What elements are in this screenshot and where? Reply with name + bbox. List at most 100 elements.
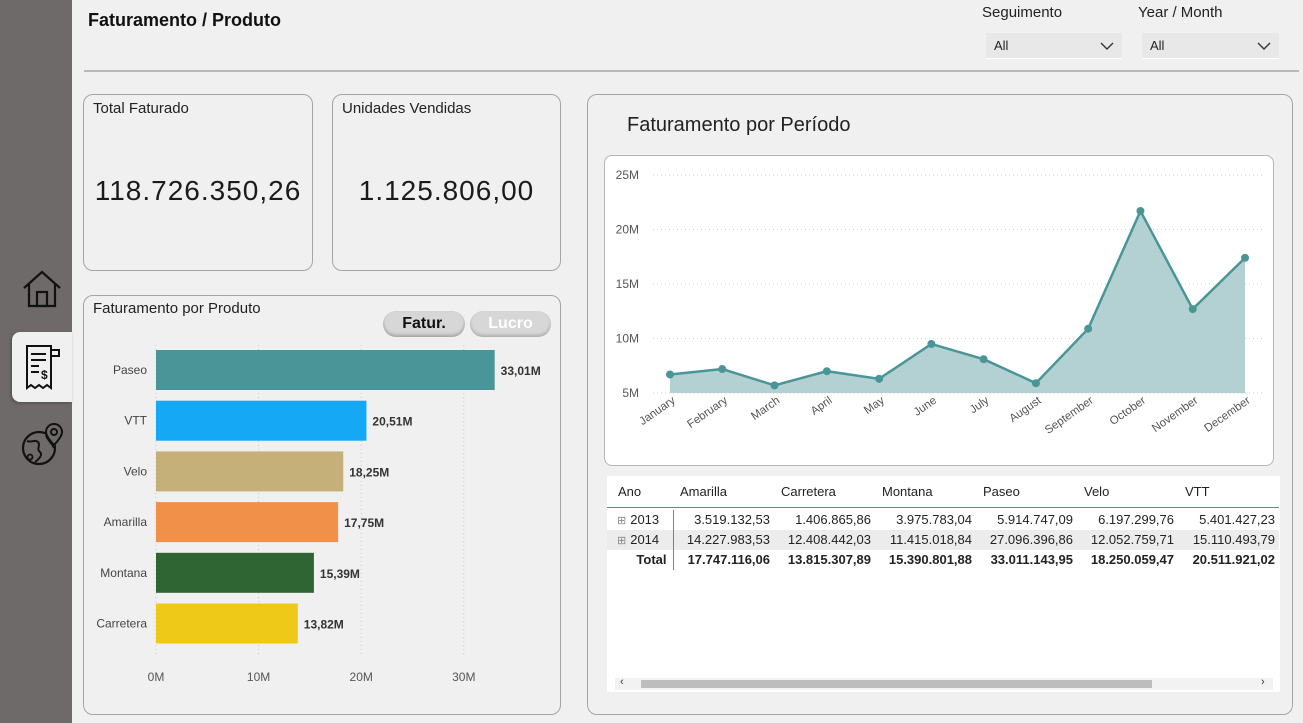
column-header: Paseo [976, 476, 1077, 508]
bar-chart: 0M 10M 20M 30M Paseo 33,01M VTT 20,51M Velo 18,25… [96, 345, 541, 684]
table-cell: 3.975.783,04 [896, 512, 972, 527]
header-divider [84, 70, 1299, 72]
table-cell: 12.052.759,71 [1090, 532, 1174, 547]
data-point-october [1136, 206, 1145, 215]
kpi-title: Unidades Vendidas [342, 100, 472, 117]
table-cell: 14.227.983,53 [686, 532, 770, 547]
x-tick-label: November [1150, 395, 1200, 435]
total-label: Total [607, 549, 674, 570]
table-cell: 1.406.865,86 [795, 512, 871, 527]
data-point-february [718, 365, 727, 374]
area-chart: 5M 10M 15M 20M 25M January February March April M… [616, 168, 1262, 437]
data-point-july [979, 355, 988, 364]
table-cell: 3.519.132,53 [694, 512, 770, 527]
row-label: 2013 [630, 512, 660, 527]
table-cell: 12.408.442,03 [787, 532, 871, 547]
table-cell: 5.401.427,23 [1199, 512, 1275, 527]
table-row[interactable]: ⊞ 2013 3.519.132,53 1.406.865,86 3.975.783,0… [607, 509, 1279, 530]
x-tick-label: July [968, 394, 992, 416]
category-label: VTT [124, 414, 147, 428]
total-cell: 17.747.116,06 [687, 552, 770, 567]
x-tick-label: October [1108, 395, 1149, 428]
filter-label-seguimento: Seguimento [982, 4, 1063, 21]
expand-icon[interactable]: ⊞ [617, 515, 626, 527]
x-tick-label: April [809, 395, 835, 418]
table-cell: 6.197.299,76 [1098, 512, 1174, 527]
bar-value-label: 20,51M [372, 415, 412, 429]
data-point-december [1241, 253, 1249, 262]
chevron-down-icon [1257, 42, 1271, 50]
page-title: Faturamento / Produto [88, 10, 281, 30]
table-row[interactable]: ⊞ 2014 14.227.983,53 12.408.442,03 11.415.01… [607, 529, 1279, 550]
toggle-lucro-button[interactable]: Lucro [470, 311, 551, 337]
bar-chart-title: Faturamento por Produto [93, 300, 261, 317]
bar-vtt [156, 400, 367, 441]
data-point-september [1084, 324, 1093, 333]
category-label: Carretera [96, 617, 147, 631]
x-tick-label: February [685, 394, 730, 430]
y-tick-label: 15M [616, 277, 639, 291]
filter-label-year-month: Year / Month [1138, 4, 1223, 21]
column-header: Carretera [774, 476, 875, 508]
x-tick-label: March [749, 395, 782, 423]
year-month-dropdown[interactable]: All [1142, 33, 1279, 59]
bar-value-label: 17,75M [344, 516, 384, 530]
category-label: Montana [100, 566, 147, 580]
x-tick-label: January [637, 394, 678, 427]
data-point-april [822, 367, 831, 376]
bar-carretera [156, 603, 298, 644]
kpi-card-unidades-vendidas: Unidades Vendidas 1.125.806,00 [332, 94, 561, 271]
year-month-value: All [1150, 38, 1165, 53]
x-tick-label: August [1007, 394, 1044, 425]
seguimento-dropdown[interactable]: All [986, 33, 1122, 59]
column-header: Velo [1077, 476, 1178, 508]
row-header: ⊞ 2014 [607, 529, 674, 550]
x-tick-label: 0M [148, 670, 165, 684]
svg-text:$: $ [41, 368, 48, 382]
expand-icon[interactable]: ⊞ [617, 535, 626, 547]
category-label: Paseo [113, 363, 147, 377]
horizontal-scrollbar[interactable]: ‹ › [615, 676, 1273, 690]
bar-velo [156, 451, 344, 492]
category-label: Velo [124, 464, 148, 478]
globe-location-icon [21, 422, 64, 466]
scroll-left-icon[interactable]: ‹ [620, 676, 624, 688]
invoice-nav-button[interactable]: $ [12, 332, 72, 402]
table-cell: 5.914.747,09 [997, 512, 1073, 527]
invoice-icon: $ [26, 345, 60, 390]
y-tick-label: 10M [616, 332, 639, 346]
home-icon [23, 270, 61, 308]
map-nav-button[interactable] [12, 410, 72, 480]
total-cell: 33.011.143,95 [990, 552, 1073, 567]
bar-value-label: 33,01M [501, 364, 541, 378]
chevron-down-icon [1100, 42, 1114, 50]
matrix-table-panel: Ano Amarilla Carretera Montana Paseo Velo VTT ⊞… [607, 476, 1280, 692]
x-tick-label: September [1043, 395, 1096, 437]
x-tick-label: June [912, 395, 939, 419]
x-tick-label: May [862, 394, 887, 416]
column-header: Montana [875, 476, 976, 508]
data-point-may [875, 374, 884, 383]
sidebar: $ [0, 0, 72, 723]
scroll-right-icon[interactable]: › [1261, 676, 1265, 688]
table-cell: 27.096.396,86 [989, 532, 1073, 547]
home-nav-button[interactable] [12, 254, 72, 324]
y-tick-label: 5M [622, 386, 639, 400]
x-tick-label: 10M [247, 670, 270, 684]
scrollbar-thumb[interactable] [641, 680, 1152, 688]
column-header: VTT [1178, 476, 1279, 508]
x-tick-label: 30M [452, 670, 475, 684]
y-tick-label: 20M [616, 223, 639, 237]
bar-value-label: 18,25M [349, 465, 389, 479]
x-tick-label: December [1202, 395, 1252, 435]
kpi-value: 118.726.350,26 [94, 175, 302, 206]
row-label: 2014 [630, 532, 660, 547]
bar-value-label: 13,82M [304, 618, 344, 632]
toggle-fatur-button[interactable]: Fatur. [383, 311, 465, 337]
kpi-value: 1.125.806,00 [358, 175, 535, 206]
bar-paseo [156, 350, 495, 390]
total-cell: 13.815.307,89 [787, 552, 871, 567]
total-cell: 20.511.921,02 [1192, 552, 1275, 567]
data-point-march [770, 381, 779, 390]
data-point-january [666, 370, 674, 379]
